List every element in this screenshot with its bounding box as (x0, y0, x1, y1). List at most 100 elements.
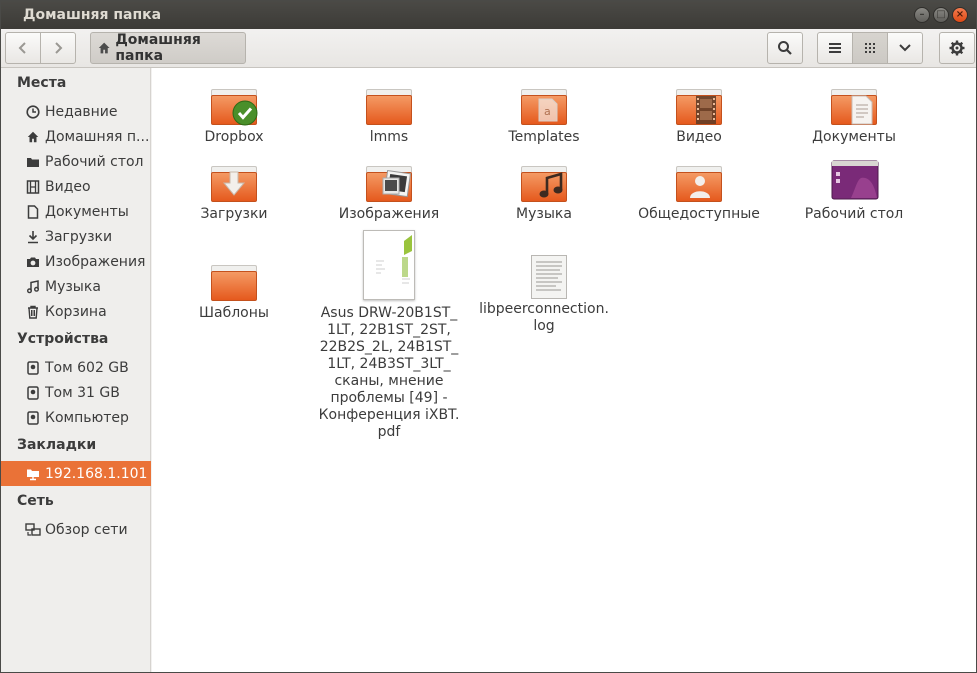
pdf-thumbnail-icon (363, 230, 415, 300)
list-icon (829, 43, 841, 53)
file-name: Документы (812, 129, 896, 145)
sidebar-item-bookmark-192-168-1-101[interactable]: 192.168.1.101 (1, 461, 151, 486)
file-view[interactable]: Dropbox lmms a Templates Видео Документы… (152, 68, 976, 672)
file-item-downloads[interactable]: Загрузки (159, 156, 309, 223)
sidebar-item-label: Корзина (45, 303, 107, 320)
sidebar-item-label: Музыка (45, 278, 101, 295)
sidebar-item-volume-31gb[interactable]: Том 31 GB (1, 380, 151, 405)
sidebar-item-label: Домашняя п... (45, 128, 150, 145)
chevron-down-icon (899, 44, 911, 52)
file-item-dropbox[interactable]: Dropbox (159, 79, 309, 146)
sidebar-item-downloads[interactable]: Загрузки (1, 224, 151, 249)
network-icon (25, 522, 41, 538)
path-bar-home[interactable]: Домашняя папка (90, 32, 246, 64)
folder-video-icon (674, 79, 724, 129)
grid-view-button[interactable] (852, 32, 888, 64)
path-bar-label: Домашняя папка (115, 32, 201, 64)
minimize-icon: – (919, 9, 925, 20)
home-icon (98, 42, 110, 54)
folder-templates-icon: a (519, 79, 569, 129)
grid-icon (865, 43, 875, 53)
svg-text:a: a (544, 105, 551, 118)
file-item-videos[interactable]: Видео (624, 79, 774, 146)
trash-icon (25, 304, 41, 320)
file-name: Dropbox (204, 129, 264, 145)
file-name: Шаблоны (199, 305, 269, 321)
file-name: Templates (508, 129, 580, 145)
network-folder-icon (25, 466, 41, 482)
folder-icon (25, 154, 41, 170)
sidebar-item-label: Том 602 GB (45, 359, 129, 376)
file-manager-window: Домашняя папка – □ × Домашняя папка Мест… (0, 0, 977, 673)
camera-icon (25, 254, 41, 270)
file-name: Музыка (516, 206, 572, 222)
minimize-button[interactable]: – (914, 7, 930, 23)
sidebar-item-label: Рабочий стол (45, 153, 144, 170)
file-name: Загрузки (200, 206, 268, 222)
sidebar-item-label: Документы (45, 203, 129, 220)
file-item-desktop[interactable]: Рабочий стол (779, 156, 929, 223)
sidebar-section-bookmarks: Закладки (17, 437, 97, 453)
sidebar-item-documents[interactable]: Документы (1, 199, 151, 224)
back-button[interactable] (5, 32, 41, 64)
sidebar-item-home[interactable]: Домашняя п... (1, 124, 151, 149)
sidebar-section-network: Сеть (17, 493, 54, 509)
file-name: Изображения (338, 206, 440, 222)
settings-button[interactable] (939, 32, 975, 64)
sidebar-item-music[interactable]: Музыка (1, 274, 151, 299)
view-options-button[interactable] (887, 32, 923, 64)
document-icon (25, 204, 41, 220)
sidebar-item-label: Компьютер (45, 409, 129, 426)
file-item-documents[interactable]: Документы (779, 79, 929, 146)
sidebar-item-label: 192.168.1.101 (45, 465, 148, 482)
file-item-lmms[interactable]: lmms (314, 79, 464, 146)
file-name: lmms (369, 129, 409, 145)
folder-icon (209, 255, 259, 305)
title-bar[interactable]: Домашняя папка – □ × (1, 1, 976, 29)
sidebar-item-browse-network[interactable]: Обзор сети (1, 517, 151, 542)
sidebar-item-trash[interactable]: Корзина (1, 299, 151, 324)
sidebar-item-desktop[interactable]: Рабочий стол (1, 149, 151, 174)
gear-icon (949, 40, 965, 56)
file-name: Общедоступные (638, 206, 760, 222)
file-item-templates-ru[interactable]: Шаблоны (159, 255, 309, 322)
sidebar: Места Недавние Домашняя п... Рабочий сто… (1, 68, 151, 672)
forward-button[interactable] (40, 32, 76, 64)
folder-icon (364, 79, 414, 129)
maximize-icon: □ (936, 9, 946, 20)
close-button[interactable]: × (952, 7, 968, 23)
sidebar-item-volume-602gb[interactable]: Том 602 GB (1, 355, 151, 380)
file-item-public[interactable]: Общедоступные (624, 156, 774, 223)
drive-icon (25, 385, 41, 401)
download-icon (25, 229, 41, 245)
sidebar-item-computer[interactable]: Компьютер (1, 405, 151, 430)
list-view-button[interactable] (817, 32, 853, 64)
sidebar-section-devices: Устройства (17, 331, 109, 347)
sidebar-item-recent[interactable]: Недавние (1, 99, 151, 124)
view-mode-group (817, 32, 925, 64)
sidebar-item-label: Видео (45, 178, 91, 195)
chevron-left-icon (18, 42, 26, 54)
window-title: Домашняя папка (23, 7, 162, 23)
maximize-button[interactable]: □ (933, 7, 949, 23)
sidebar-item-videos[interactable]: Видео (1, 174, 151, 199)
search-button[interactable] (767, 32, 803, 64)
sidebar-item-label: Загрузки (45, 228, 113, 245)
file-item-log[interactable]: libpeerconnection. log (469, 243, 619, 335)
file-item-templates[interactable]: a Templates (469, 79, 619, 146)
folder-pictures-icon (364, 156, 414, 206)
clock-icon (25, 104, 41, 120)
file-item-music[interactable]: Музыка (469, 156, 619, 223)
text-file-icon (519, 243, 569, 301)
sidebar-item-pictures[interactable]: Изображения (1, 249, 151, 274)
search-icon (778, 41, 792, 55)
file-name: Рабочий стол (804, 206, 904, 222)
file-item-pdf[interactable]: Asus DRW-20B1ST_ 1LT, 22B1ST_2ST, 22B2S_… (314, 230, 464, 441)
film-icon (25, 179, 41, 195)
sidebar-item-label: Изображения (45, 253, 146, 270)
toolbar: Домашняя папка (1, 29, 976, 68)
file-name: Видео (676, 129, 722, 145)
file-name: Asus DRW-20B1ST_ 1LT, 22B1ST_2ST, 22B2S_… (318, 305, 460, 440)
file-item-pictures[interactable]: Изображения (314, 156, 464, 223)
desktop-folder-icon (829, 156, 879, 206)
